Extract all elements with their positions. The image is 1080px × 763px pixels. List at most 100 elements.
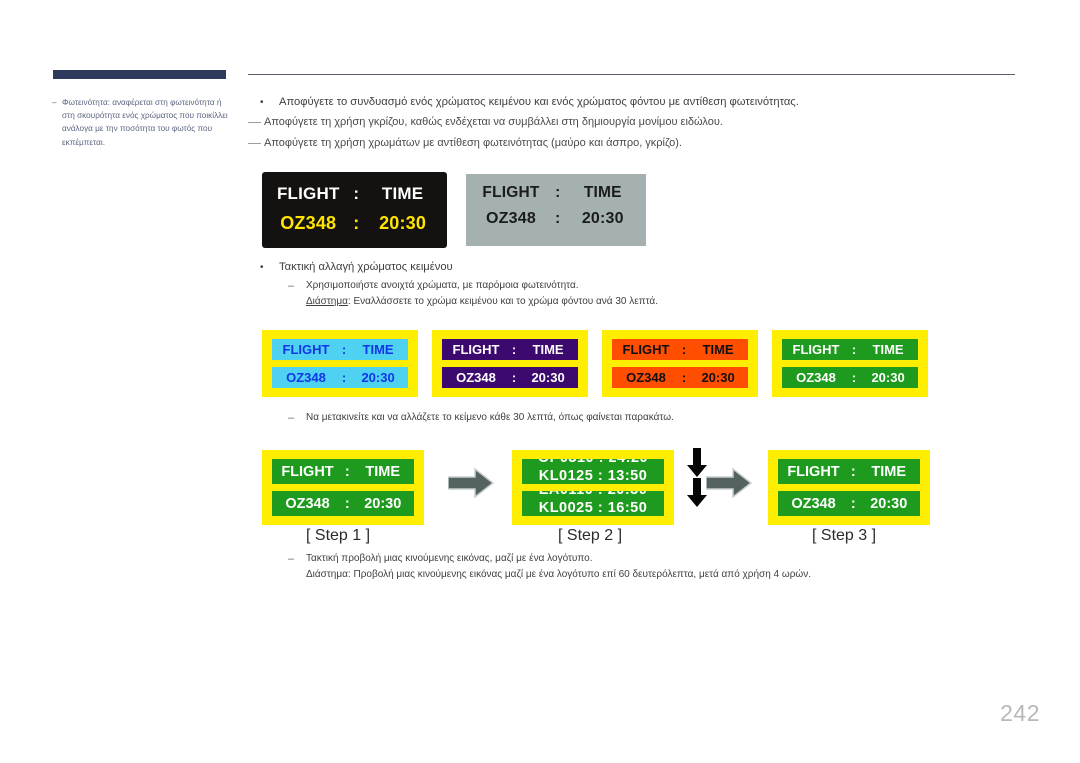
value-time: 20:30 <box>379 213 427 233</box>
label-flight: FLIGHT <box>452 342 500 357</box>
framed-panel-orange: FLIGHT : TIME OZ348 : 20:30 <box>602 330 758 397</box>
value-flight: OZ348 <box>285 495 330 512</box>
label-time: TIME <box>532 342 564 357</box>
framed-panel-purple: FLIGHT : TIME OZ348 : 20:30 <box>432 330 588 397</box>
section2-text: • Τακτική αλλαγή χρώματος κειμένου – Χρη… <box>248 259 1038 310</box>
label-time: TIME <box>872 342 904 357</box>
section2-sub2-label: Διάστημα <box>306 296 348 307</box>
page-root: – Φωτεινότητα: αναφέρεται στη φωτεινότητ… <box>0 0 1080 763</box>
step-caption-3: [ Step 3 ] <box>812 527 877 544</box>
value-flight: OZ348 <box>626 370 666 385</box>
margin-note-dash: – <box>52 98 57 107</box>
section4-sub1-text: Τακτική προβολή μιας κινούμενης εικόνας,… <box>306 553 593 564</box>
display-panel-black: FLIGHT : TIME OZ348 : 20:30 <box>262 172 447 248</box>
label-flight: FLIGHT <box>281 463 334 480</box>
section4-text: – Τακτική προβολή μιας κινούμενης εικόνα… <box>248 551 1038 583</box>
section2-bullet-row: • Τακτική αλλαγή χρώματος κειμένου <box>248 259 1038 276</box>
panel-header-row: FLIGHT : TIME <box>778 459 920 484</box>
main-content: • Αποφύγετε το συνδυασμό ενός χρώματος κ… <box>248 94 1038 153</box>
panel-value-row: OZ348 : 20:30 <box>782 367 918 388</box>
framed-panel-green: FLIGHT : TIME OZ348 : 20:30 <box>772 330 928 397</box>
section2-bullet-text: Τακτική αλλαγή χρώματος κειμένου <box>279 261 453 273</box>
separator-colon: : <box>850 463 856 480</box>
dash-row-2: — Αποφύγετε τη χρήση χρωμάτων με αντίθεσ… <box>248 134 1038 153</box>
em-dash-glyph-2: — <box>248 135 261 150</box>
label-flight: FLIGHT <box>282 342 330 357</box>
section2-sub2-rest: : Εναλλάσσετε το χρώμα κειμένου και το χ… <box>347 296 658 307</box>
step3-panel: FLIGHT : TIME OZ348 : 20:30 <box>768 450 930 525</box>
value-time: 20:30 <box>364 495 402 512</box>
scroll-line-1-bottom: KL0125 : 13:50 <box>538 468 648 484</box>
panel-value-row: OZ348 : 20:30 <box>262 213 447 234</box>
panel-value-row: OZ348 : 20:30 <box>272 367 408 388</box>
value-flight: OZ348 <box>486 210 536 227</box>
separator-colon: : <box>851 370 857 385</box>
separator-colon: : <box>851 342 857 357</box>
dash-glyph: – <box>288 280 295 292</box>
separator-colon: : <box>353 184 360 203</box>
section2-sub2-row: Διάστημα: Εναλλάσσετε το χρώμα κειμένου … <box>248 294 1038 310</box>
bullet-glyph: • <box>260 262 264 273</box>
bullet-glyph: • <box>260 97 264 108</box>
framed-panel-cyan: FLIGHT : TIME OZ348 : 20:30 <box>262 330 418 397</box>
right-arrow-icon-1 <box>448 468 494 498</box>
panel-header-row: FLIGHT : TIME <box>272 459 414 484</box>
section4-sub2-row: Διάστημα: Προβολή μιας κινούμενης εικόνα… <box>248 567 1038 583</box>
scroll-line-2-bottom: KL0025 : 16:50 <box>538 500 648 516</box>
section4-sub2-rest: : Προβολή μιας κινούμενης εικόνας μαζί μ… <box>347 569 811 580</box>
margin-note-text: Φωτεινότητα: αναφέρεται στη φωτεινότητα … <box>62 98 228 147</box>
panel-scroll-row-2: EA0110 : 20:30 KL0025 : 16:50 <box>522 491 664 516</box>
label-time: TIME <box>365 463 401 480</box>
panel-header-row: FLIGHT : TIME <box>782 339 918 360</box>
intro-bullet-row: • Αποφύγετε το συνδυασμό ενός χρώματος κ… <box>248 94 1038 111</box>
panel-value-row: OZ348 : 20:30 <box>612 367 748 388</box>
value-time: 20:30 <box>531 370 565 385</box>
value-flight: OZ348 <box>280 213 337 233</box>
section2-sub1-row: – Χρησιμοποιήστε ανοιχτά χρώματα, με παρ… <box>248 278 1038 294</box>
label-flight: FLIGHT <box>792 342 840 357</box>
separator-colon: : <box>511 342 517 357</box>
separator-colon: : <box>555 184 561 201</box>
separator-colon: : <box>344 463 350 480</box>
label-flight: FLIGHT <box>622 342 670 357</box>
value-flight: OZ348 <box>456 370 496 385</box>
separator-colon: : <box>341 370 347 385</box>
label-time: TIME <box>362 342 394 357</box>
label-time: TIME <box>702 342 734 357</box>
separator-colon: : <box>353 213 360 233</box>
section3-text: – Να μετακινείτε και να αλλάζετε το κείμ… <box>248 410 1038 426</box>
down-arrow-icon-2 <box>686 478 708 508</box>
panel-value-row: OZ348 : 20:30 <box>442 367 578 388</box>
label-flight: FLIGHT <box>787 463 840 480</box>
panel-value-row: OZ348 : 20:30 <box>466 210 646 228</box>
scroll-line-2-top: EA0110 : 20:30 <box>522 491 664 498</box>
label-flight: FLIGHT <box>482 184 540 201</box>
dash-text-1: Αποφύγετε τη χρήση γκρίζου, καθώς ενδέχε… <box>264 116 723 128</box>
dash-text-2: Αποφύγετε τη χρήση χρωμάτων με αντίθεση … <box>264 137 682 149</box>
panel-header-row: FLIGHT : TIME <box>442 339 578 360</box>
right-arrow-icon-2 <box>706 468 752 498</box>
panel-header-row: FLIGHT : TIME <box>612 339 748 360</box>
label-flight: FLIGHT <box>276 184 340 203</box>
dash-glyph: – <box>288 412 295 424</box>
dash-row-1: — Αποφύγετε τη χρήση γκρίζου, καθώς ενδέ… <box>248 113 1038 132</box>
label-time: TIME <box>871 463 907 480</box>
step-caption-2: [ Step 2 ] <box>558 527 623 544</box>
step1-panel: FLIGHT : TIME OZ348 : 20:30 <box>262 450 424 525</box>
panel-header-row: FLIGHT : TIME <box>466 184 646 202</box>
separator-colon: : <box>344 495 350 512</box>
page-number: 242 <box>1000 700 1040 726</box>
display-panel-gray: FLIGHT : TIME OZ348 : 20:30 <box>466 174 646 246</box>
separator-colon: : <box>555 210 561 227</box>
step-caption-1: [ Step 1 ] <box>306 527 371 544</box>
label-time: TIME <box>583 184 622 201</box>
value-flight: OZ348 <box>791 495 836 512</box>
step2-panel: OP0310 : 24:20 KL0125 : 13:50 EA0110 : 2… <box>512 450 674 525</box>
down-arrow-icon-1 <box>686 448 708 478</box>
section4-sub1-row: – Τακτική προβολή μιας κινούμενης εικόνα… <box>248 551 1038 567</box>
panel-value-row: OZ348 : 20:30 <box>272 491 414 516</box>
header-accent-bar <box>53 70 226 79</box>
panel-header-row: FLIGHT : TIME <box>262 184 447 204</box>
value-time: 20:30 <box>870 495 908 512</box>
value-flight: OZ348 <box>286 370 326 385</box>
